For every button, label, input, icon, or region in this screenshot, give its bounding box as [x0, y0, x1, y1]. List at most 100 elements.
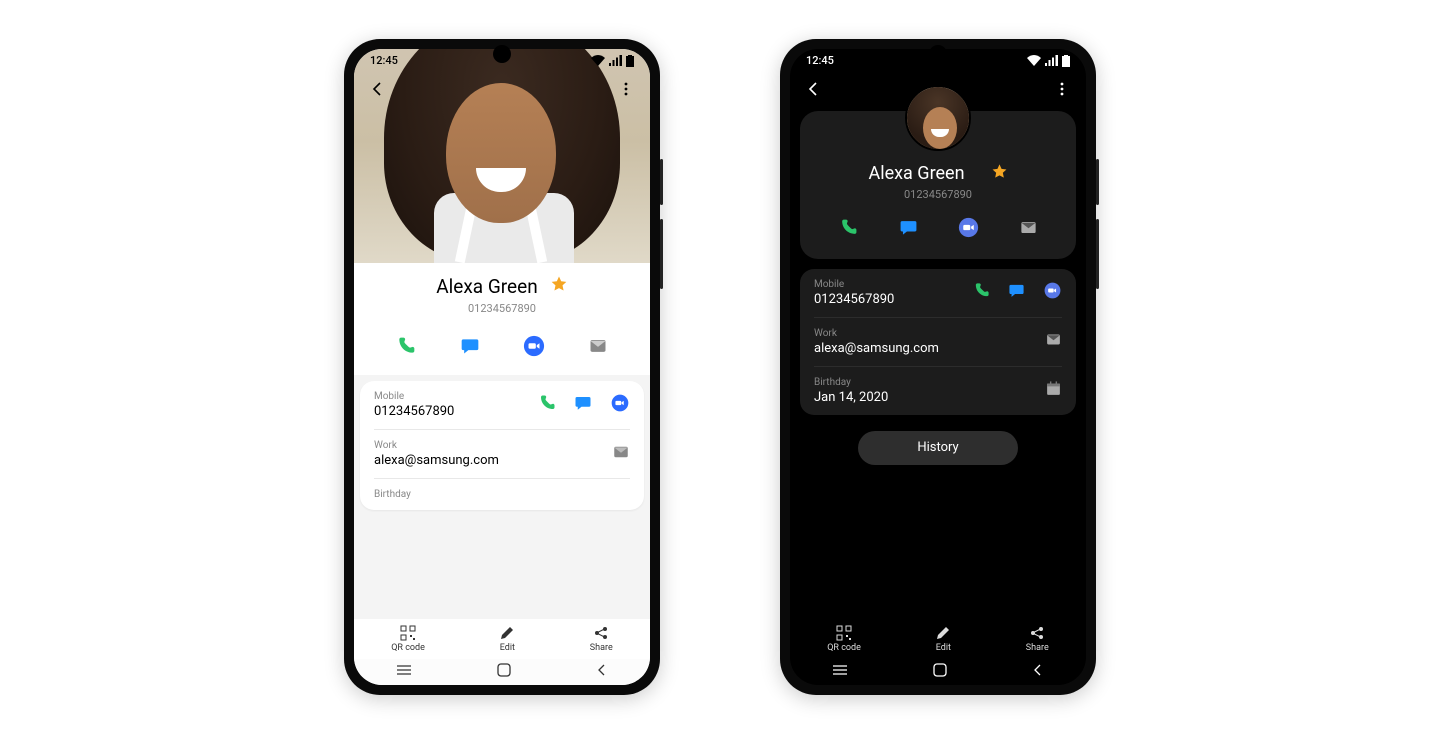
calendar-icon [1045, 380, 1062, 397]
phone-icon [973, 282, 990, 299]
edit-label: Edit [500, 643, 515, 653]
nav-back-icon [1031, 663, 1045, 677]
nav-home[interactable] [932, 662, 948, 682]
row-message-button[interactable] [574, 394, 592, 416]
battery-icon [626, 55, 634, 67]
clock: 12:45 [370, 54, 398, 67]
mobile-row[interactable]: Mobile 01234567890 [374, 381, 630, 430]
star-icon [991, 163, 1008, 180]
back-button[interactable] [800, 75, 828, 103]
star-icon [550, 275, 568, 293]
contact-name: Alexa Green [868, 163, 964, 184]
birthday-value: Jan 14, 2020 [814, 390, 888, 405]
mobile-label: Mobile [814, 279, 894, 290]
edit-label: Edit [936, 643, 951, 653]
video-icon [958, 217, 979, 238]
clock: 12:45 [806, 54, 834, 67]
work-label: Work [814, 328, 939, 339]
message-button[interactable] [457, 333, 483, 359]
status-bar: 12:45 [354, 49, 650, 73]
mobile-value: 01234567890 [374, 404, 454, 419]
chevron-left-icon [806, 81, 822, 97]
pencil-icon [935, 625, 951, 641]
message-icon [460, 336, 480, 356]
mail-icon [1019, 218, 1038, 237]
video-call-button[interactable] [955, 215, 981, 241]
birthday-label: Birthday [814, 377, 888, 388]
row-video-button[interactable] [610, 393, 630, 417]
share-button[interactable]: Share [590, 625, 613, 653]
signal-icon [609, 55, 622, 66]
phone-icon [538, 394, 556, 412]
qr-icon [400, 625, 416, 641]
work-value: alexa@samsung.com [374, 453, 499, 468]
qr-code-button[interactable]: QR code [391, 625, 425, 653]
email-button[interactable] [585, 333, 611, 359]
video-icon [1043, 281, 1062, 300]
share-label: Share [1026, 643, 1049, 653]
birthday-row[interactable]: Birthday [374, 479, 630, 510]
back-button[interactable] [364, 75, 392, 103]
message-button[interactable] [895, 215, 921, 241]
nav-recents[interactable] [831, 662, 849, 681]
email-button[interactable] [1015, 215, 1041, 241]
row-call-button[interactable] [973, 282, 990, 303]
nav-back[interactable] [595, 662, 609, 681]
message-icon [1008, 282, 1025, 299]
mobile-row[interactable]: Mobile 01234567890 [814, 269, 1062, 318]
call-button[interactable] [835, 215, 861, 241]
favorite-toggle[interactable] [550, 275, 568, 297]
mail-icon [1045, 331, 1062, 348]
history-button[interactable]: History [858, 431, 1018, 465]
phone-icon [839, 218, 858, 237]
signal-icon [1045, 55, 1058, 66]
mail-icon [588, 336, 608, 356]
nav-back-icon [595, 663, 609, 677]
video-icon [523, 335, 545, 357]
recents-icon [395, 663, 413, 677]
mail-icon [612, 443, 630, 461]
work-email-row[interactable]: Work alexa@samsung.com [374, 430, 630, 479]
work-email-row[interactable]: Work alexa@samsung.com [814, 318, 1062, 367]
birthday-row[interactable]: Birthday Jan 14, 2020 [814, 367, 1062, 415]
video-icon [610, 393, 630, 413]
row-call-button[interactable] [538, 394, 556, 416]
more-vertical-icon [618, 81, 634, 97]
nav-back[interactable] [1031, 662, 1045, 681]
contact-name: Alexa Green [436, 275, 537, 298]
row-video-button[interactable] [1043, 281, 1062, 304]
row-calendar-button[interactable] [1045, 380, 1062, 401]
qr-icon [836, 625, 852, 641]
work-label: Work [374, 440, 499, 451]
recents-icon [831, 663, 849, 677]
message-icon [574, 394, 592, 412]
chevron-left-icon [370, 81, 386, 97]
row-email-button[interactable] [612, 443, 630, 465]
share-icon [593, 625, 609, 641]
call-button[interactable] [393, 333, 419, 359]
status-bar: 12:45 [790, 49, 1086, 73]
edit-button[interactable]: Edit [499, 625, 515, 653]
video-call-button[interactable] [521, 333, 547, 359]
history-label: History [917, 440, 958, 455]
home-icon [932, 662, 948, 678]
more-vertical-icon [1054, 81, 1070, 97]
qr-label: QR code [391, 643, 425, 653]
more-button[interactable] [1048, 75, 1076, 103]
nav-home[interactable] [496, 662, 512, 682]
wifi-icon [591, 55, 605, 66]
mobile-label: Mobile [374, 391, 454, 402]
edit-button[interactable]: Edit [935, 625, 951, 653]
nav-recents[interactable] [395, 662, 413, 681]
more-button[interactable] [612, 75, 640, 103]
phone-icon [396, 336, 416, 356]
battery-icon [1062, 55, 1070, 67]
favorite-toggle[interactable] [991, 163, 1008, 184]
share-icon [1029, 625, 1045, 641]
qr-code-button[interactable]: QR code [827, 625, 861, 653]
row-message-button[interactable] [1008, 282, 1025, 303]
contact-number: 01234567890 [354, 302, 650, 315]
row-email-button[interactable] [1045, 331, 1062, 352]
share-button[interactable]: Share [1026, 625, 1049, 653]
pencil-icon [499, 625, 515, 641]
